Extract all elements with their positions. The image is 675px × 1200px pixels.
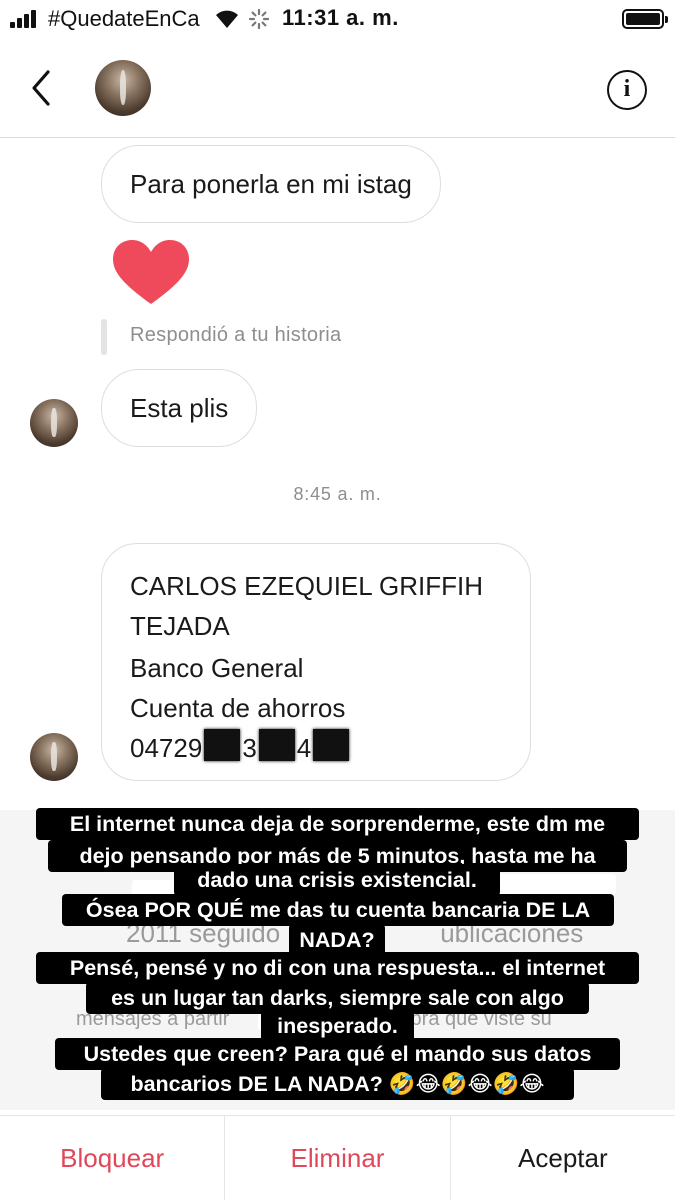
info-icon[interactable]: i — [607, 70, 647, 110]
redaction-block — [313, 729, 350, 761]
caption-line: El internet nunca deja de sorprenderme, … — [36, 808, 639, 840]
reply-indicator — [101, 319, 107, 355]
sender-avatar[interactable] — [30, 733, 78, 781]
battery-icon — [622, 9, 668, 29]
message-timestamp: 8:45 a. m. — [293, 484, 382, 504]
chat-header: i — [0, 38, 675, 138]
accept-button[interactable]: Aceptar — [449, 1116, 675, 1200]
message-line: TEJADA — [130, 611, 230, 641]
caption-line: Pensé, pensé y no di con una respuesta..… — [36, 952, 639, 984]
message-bubble[interactable]: CARLOS EZEQUIEL GRIFFIH TEJADA Banco Gen… — [101, 543, 531, 781]
chevron-left-icon[interactable] — [28, 68, 58, 108]
carrier-label: #QuedateEnCa — [48, 6, 200, 31]
reply-note: Respondió a tu historia — [130, 324, 342, 346]
wifi-icon — [216, 10, 238, 28]
account-number-line: 04729 3 4 — [130, 728, 502, 768]
caption-line: Ustedes que creen? Para qué el mando sus… — [55, 1038, 620, 1070]
block-button[interactable]: Bloquear — [0, 1116, 224, 1200]
caption-line: bancarios DE LA NADA? 🤣😂🤣😂🤣😂 — [101, 1068, 574, 1100]
sender-avatar[interactable] — [30, 399, 78, 447]
message-line: Cuenta de ahorros — [130, 693, 346, 723]
message-line: CARLOS EZEQUIEL GRIFFIH — [130, 571, 483, 601]
redaction-block — [204, 729, 241, 761]
message-line: Banco General — [130, 653, 304, 683]
message-bubble[interactable]: Para ponerla en mi istag — [101, 145, 441, 223]
delete-button[interactable]: Eliminar — [224, 1116, 449, 1200]
message-request-actions: Bloquear Eliminar Aceptar — [0, 1115, 675, 1200]
loading-spinner-icon — [248, 8, 270, 30]
contact-avatar[interactable] — [95, 60, 151, 116]
caption-line: dado una crisis existencial. — [174, 864, 500, 896]
message-text: Esta plis — [130, 392, 229, 423]
redaction-block — [258, 729, 295, 761]
clock: 11:31 a. m. — [282, 5, 399, 30]
signal-icon — [10, 10, 40, 28]
message-bubble[interactable]: Esta plis — [101, 369, 258, 447]
caption-highlight — [498, 874, 616, 894]
heart-icon[interactable] — [113, 240, 189, 306]
message-text: Para ponerla en mi istag — [130, 168, 412, 199]
status-bar: #QuedateEnCa 11:31 a. m. — [0, 0, 675, 38]
caption-line: Ósea POR QUÉ me das tu cuenta bancaria D… — [62, 894, 614, 926]
